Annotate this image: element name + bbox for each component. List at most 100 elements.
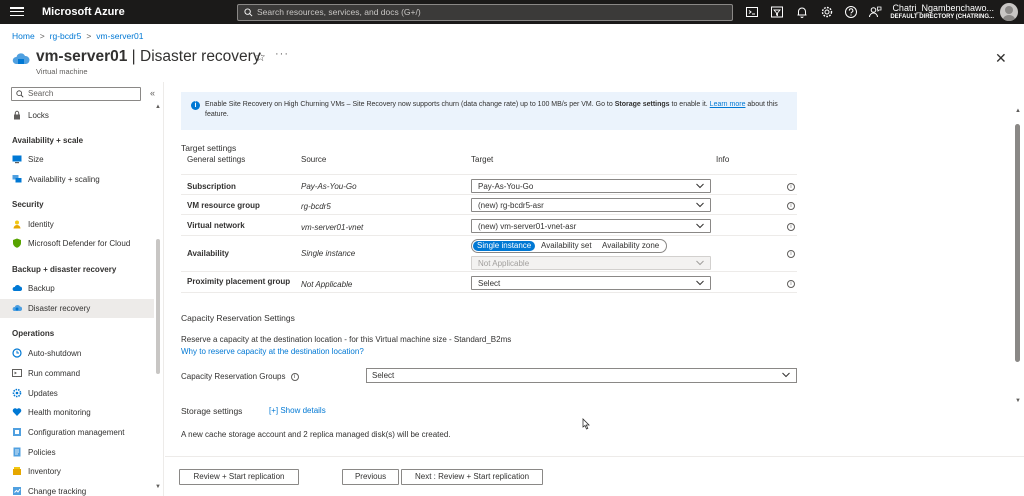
table-row: Availability Single instance Single inst…: [181, 235, 797, 271]
sidebar-item-identity[interactable]: Identity: [0, 215, 154, 234]
global-search-input[interactable]: Search resources, services, and docs (G+…: [237, 4, 733, 21]
sidebar-item-label: Run command: [28, 369, 81, 378]
sidebar-item-health-monitoring[interactable]: Health monitoring: [0, 403, 154, 422]
next-review-button[interactable]: Next : Review + Start replication: [401, 469, 543, 485]
sidebar-item-updates[interactable]: Updates: [0, 384, 154, 403]
sidebar-scroll-thumb[interactable]: [156, 239, 160, 374]
row-label: Proximity placement group: [187, 277, 291, 286]
capacity-groups-dropdown[interactable]: Select: [366, 368, 797, 383]
avatar[interactable]: [1000, 3, 1018, 21]
sidebar-scrollbar[interactable]: ▲ ▼: [155, 104, 161, 492]
sidebar-item-inventory[interactable]: Inventory: [0, 462, 154, 481]
sidebar-item-locks[interactable]: Locks: [0, 106, 154, 125]
notifications-icon[interactable]: [795, 5, 809, 19]
sidebar-item-label: Auto-shutdown: [28, 349, 82, 358]
sidebar-item-auto-shutdown[interactable]: Auto-shutdown: [0, 344, 154, 363]
cloud-shell-icon[interactable]: [745, 5, 759, 19]
settings-icon[interactable]: [820, 5, 834, 19]
sidebar-item-backup[interactable]: Backup: [0, 279, 154, 298]
wizard-footer: Review + Start replication Previous Next…: [165, 456, 1024, 496]
sidebar-item-label: Change tracking: [28, 487, 87, 496]
review-start-replication-button[interactable]: Review + Start replication: [179, 469, 299, 485]
capacity-why-link[interactable]: Why to reserve capacity at the destinati…: [181, 347, 364, 356]
learn-more-link[interactable]: Learn more: [710, 101, 746, 108]
breadcrumb-vm[interactable]: vm-server01: [96, 31, 143, 41]
proximity-placement-dropdown[interactable]: Select: [471, 276, 711, 290]
option-availability-set[interactable]: Availability set: [537, 241, 596, 251]
sidebar-item-run-command[interactable]: Run command: [0, 364, 154, 383]
close-icon[interactable]: ✕: [995, 50, 1007, 67]
main-scroll-thumb[interactable]: [1015, 124, 1020, 362]
option-availability-zone[interactable]: Availability zone: [598, 241, 663, 251]
availability-secondary-dropdown: Not Applicable: [471, 256, 711, 270]
sidebar-item-label: Health monitoring: [28, 408, 91, 417]
breadcrumb: Home > rg-bcdr5 > vm-server01: [12, 31, 144, 41]
table-row: Subscription Pay-As-You-Go Pay-As-You-Go…: [181, 174, 797, 194]
search-icon: [16, 90, 24, 98]
account-menu[interactable]: Chatri_Ngambenchawo... DEFAULT DIRECTORY…: [890, 3, 994, 20]
row-source: Not Applicable: [301, 280, 353, 289]
mouse-cursor-icon: [582, 418, 590, 430]
configuration-icon: [13, 428, 21, 436]
sidebar-item-availability-scaling[interactable]: Availability + scaling: [0, 170, 154, 189]
scroll-up-icon[interactable]: ▲: [155, 104, 161, 110]
availability-icon: [12, 175, 22, 183]
info-icon[interactable]: i: [787, 250, 795, 258]
option-single-instance[interactable]: Single instance: [473, 241, 536, 251]
sidebar-item-label: Identity: [28, 220, 54, 229]
chevron-down-icon: [782, 372, 790, 378]
identity-icon: [13, 220, 21, 229]
chevron-down-icon: [696, 280, 704, 286]
hamburger-menu-icon[interactable]: [10, 5, 24, 19]
banner-text: Enable Site Recovery on High Churning VM…: [205, 101, 778, 118]
clock-icon: [12, 348, 22, 358]
sidebar-item-label: Locks: [28, 111, 49, 120]
info-icon[interactable]: i: [787, 202, 795, 210]
virtual-network-dropdown[interactable]: (new) vm-server01-vnet-asr: [471, 219, 711, 233]
more-options-icon[interactable]: ···: [275, 48, 289, 60]
sidebar-item-configuration-management[interactable]: Configuration management: [0, 423, 154, 442]
scroll-up-icon[interactable]: ▲: [1015, 108, 1021, 114]
breadcrumb-home[interactable]: Home: [12, 31, 35, 41]
help-icon[interactable]: [844, 5, 858, 19]
info-icon[interactable]: i: [290, 372, 299, 381]
favorite-star-icon[interactable]: ☆: [255, 50, 266, 64]
chevron-right-icon: >: [39, 31, 45, 41]
info-icon[interactable]: i: [787, 280, 795, 288]
collapse-menu-icon[interactable]: «: [150, 88, 155, 98]
menu-search-input[interactable]: Search: [11, 87, 141, 101]
storage-settings-heading: Storage settings: [181, 406, 243, 416]
sidebar-item-defender[interactable]: Microsoft Defender for Cloud: [0, 234, 154, 253]
show-details-link[interactable]: [+] Show details: [269, 406, 326, 415]
main-scrollbar[interactable]: ▲ ▼: [1015, 108, 1021, 408]
column-header: Source: [301, 155, 327, 164]
sidebar-item-disaster-recovery[interactable]: Disaster recovery: [0, 299, 154, 318]
lock-icon: [14, 110, 20, 120]
scroll-down-icon[interactable]: ▼: [155, 484, 161, 490]
sidebar-item-label: Size: [28, 155, 44, 164]
info-icon[interactable]: i: [787, 223, 795, 231]
info-icon[interactable]: i: [787, 183, 795, 191]
page-title: vm-server01 | Disaster recovery: [36, 48, 261, 65]
brand-name[interactable]: Microsoft Azure: [42, 6, 125, 18]
resource-group-dropdown[interactable]: (new) rg-bcdr5-asr: [471, 198, 711, 212]
directory-filter-icon[interactable]: [770, 5, 784, 19]
subscription-dropdown[interactable]: Pay-As-You-Go: [471, 179, 711, 193]
feedback-icon[interactable]: [868, 5, 882, 19]
sidebar-item-label: Microsoft Defender for Cloud: [28, 239, 131, 248]
target-settings-heading: Target settings: [181, 143, 237, 153]
sidebar-item-policies[interactable]: Policies: [0, 443, 154, 462]
sidebar-item-change-tracking[interactable]: Change tracking: [0, 482, 154, 496]
breadcrumb-resource-group[interactable]: rg-bcdr5: [50, 31, 82, 41]
search-placeholder: Search resources, services, and docs (G+…: [257, 7, 421, 17]
main-content: i Enable Site Recovery on High Churning …: [165, 82, 1024, 496]
info-icon: i: [191, 101, 200, 110]
sidebar-item-label: Configuration management: [28, 428, 125, 437]
sidebar-group-security: Security: [12, 200, 44, 209]
previous-button[interactable]: Previous: [342, 469, 399, 485]
column-header: Info: [716, 155, 730, 164]
scroll-down-icon[interactable]: ▼: [1015, 398, 1021, 404]
sidebar-item-size[interactable]: Size: [0, 150, 154, 169]
top-bar: Microsoft Azure Search resources, servic…: [0, 0, 1024, 24]
menu-search-placeholder: Search: [28, 89, 54, 98]
